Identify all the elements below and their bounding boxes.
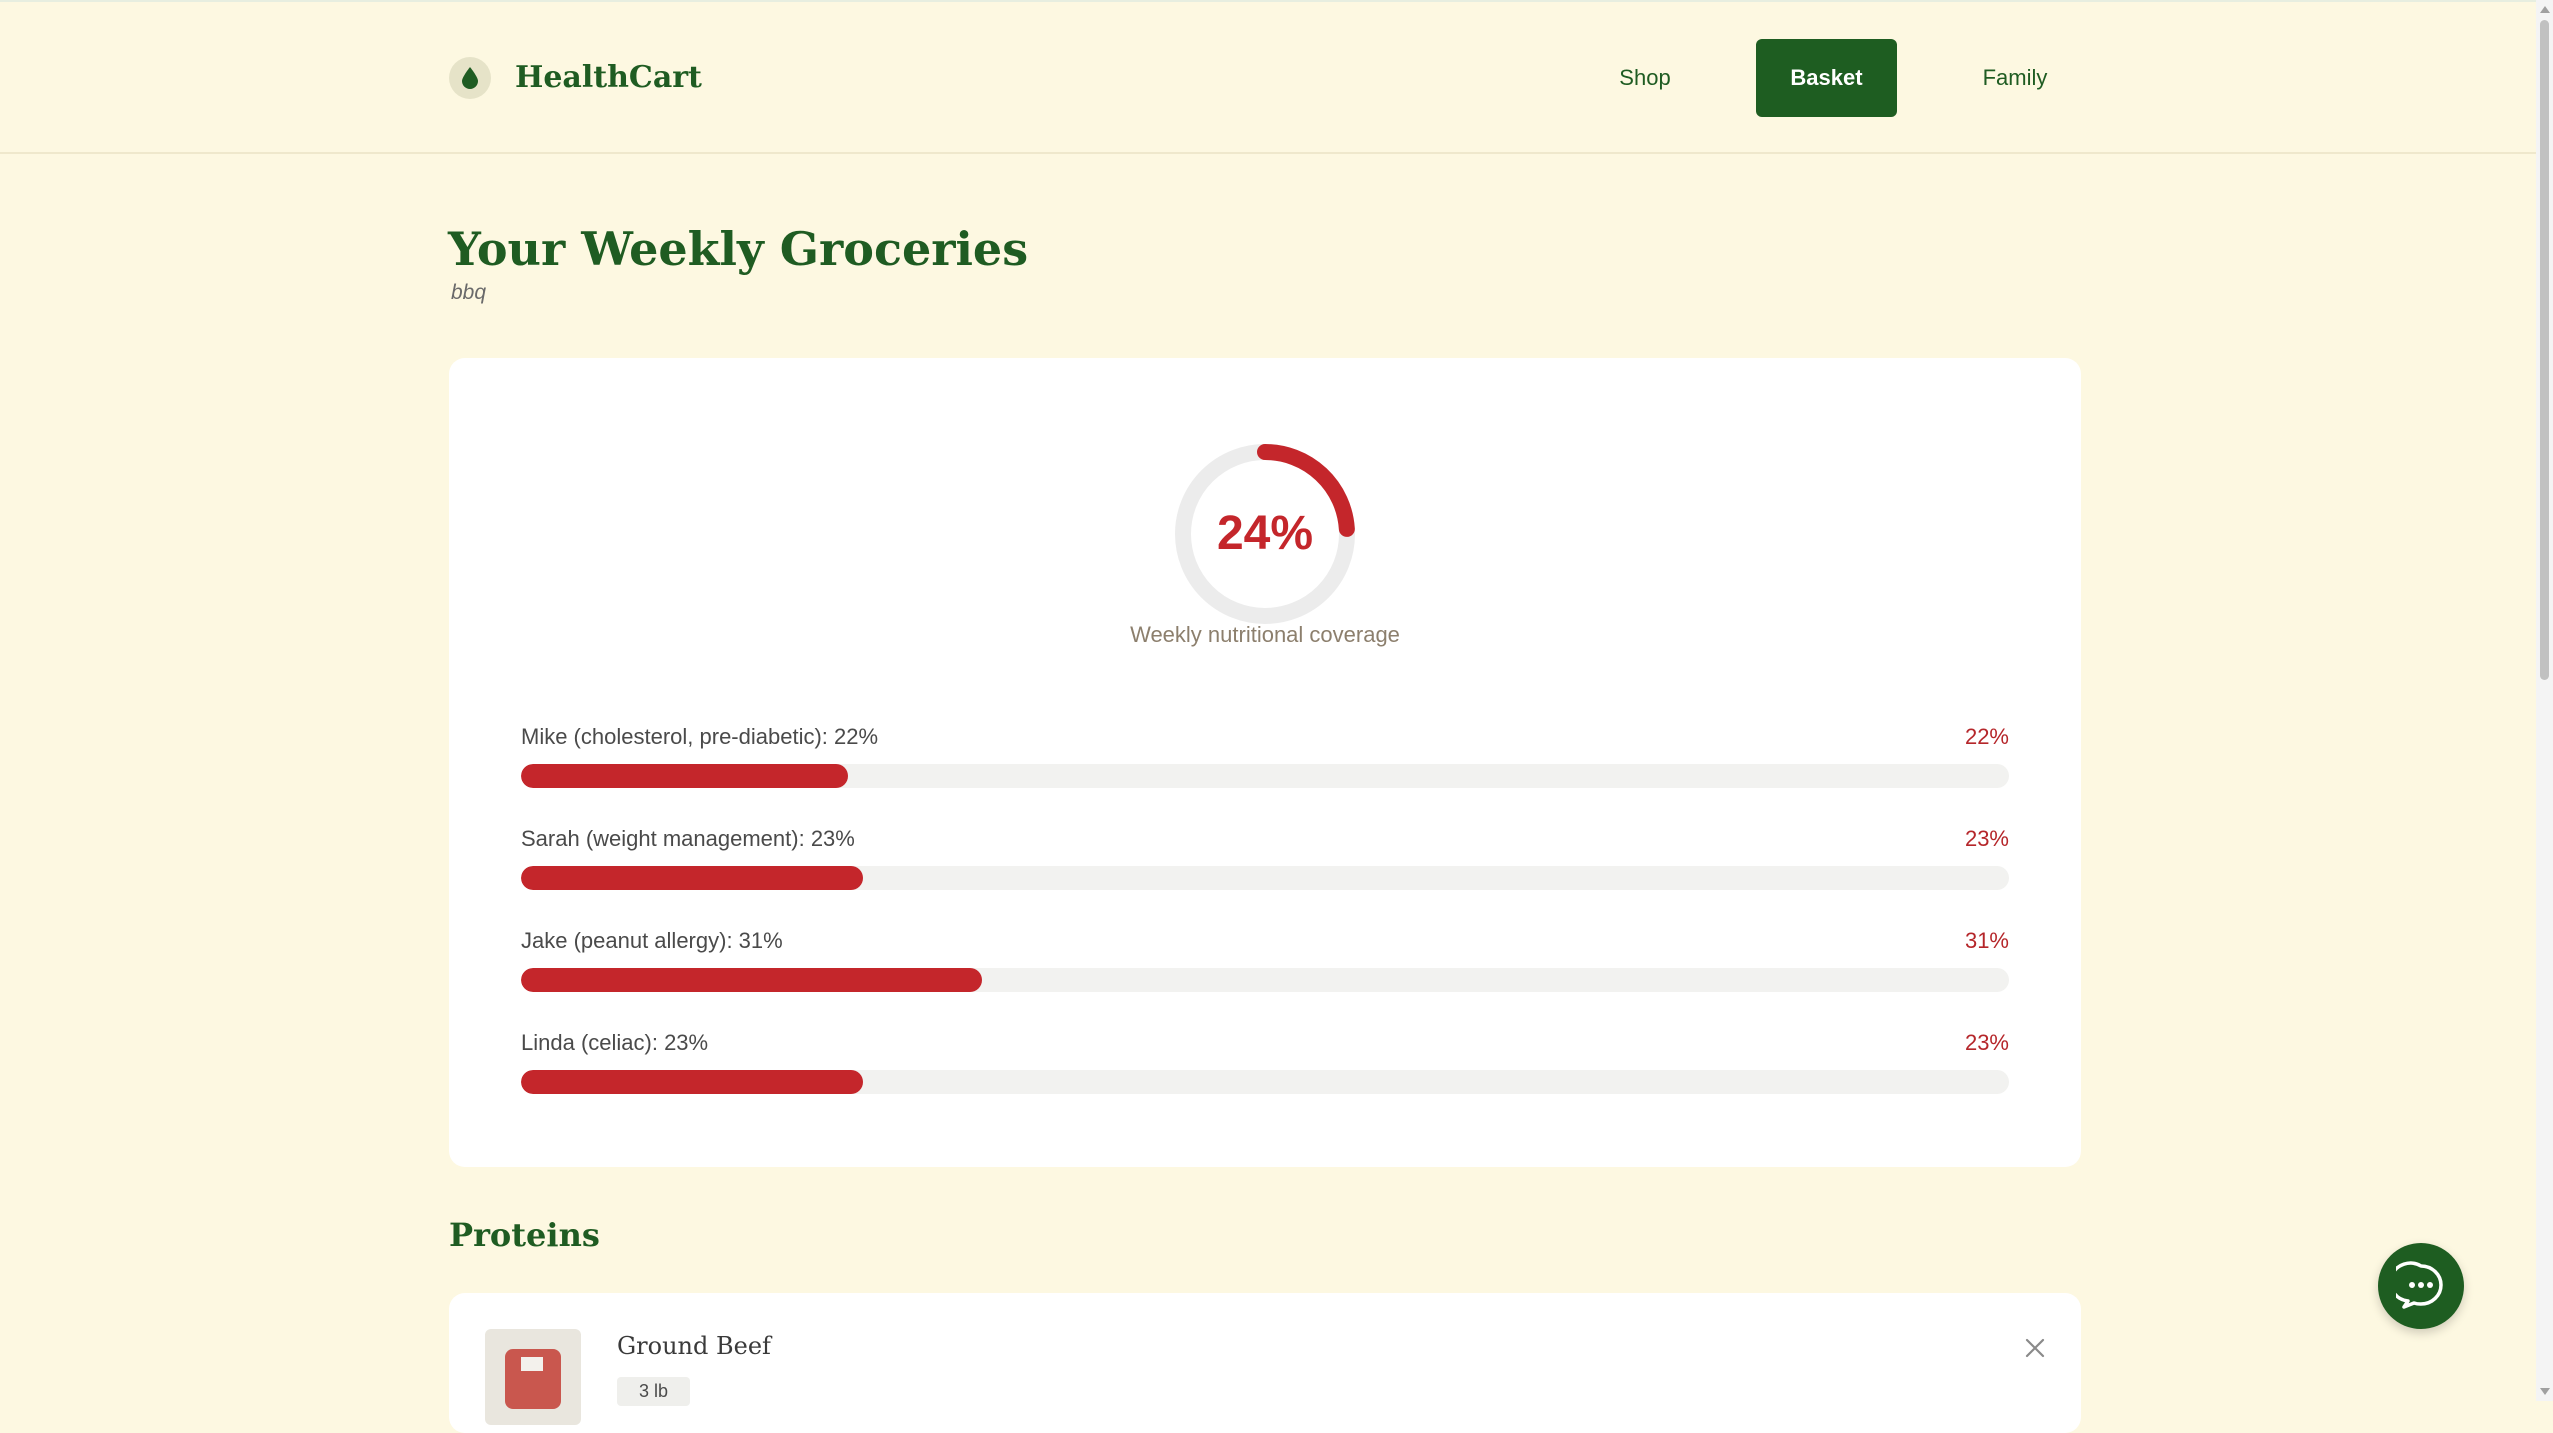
- chat-bubble-icon: [2396, 1261, 2443, 1309]
- progress-track: [521, 968, 2009, 992]
- coverage-caption: Weekly nutritional coverage: [1130, 622, 1400, 647]
- member-percent: 22%: [1964, 724, 2009, 749]
- nav-shop[interactable]: Shop: [1600, 39, 1690, 117]
- brand-name[interactable]: HealthCart: [515, 60, 702, 95]
- nav-basket[interactable]: Basket: [1756, 39, 1897, 117]
- coverage-card: 24% Weekly nutritional coverage Mike (ch…: [449, 358, 2081, 1167]
- product-name: Ground Beef: [617, 1332, 771, 1360]
- chat-button[interactable]: [2378, 1243, 2464, 1329]
- progress-track: [521, 764, 2009, 788]
- member-percent: 31%: [1964, 928, 2009, 953]
- progress-track: [521, 1070, 2009, 1094]
- progress-fill: [521, 1070, 864, 1094]
- coverage-percent: 24%: [1216, 507, 1314, 560]
- member-percent: 23%: [1964, 1030, 2009, 1055]
- member-bar-sarah: Sarah (weight management): 23% 23%: [521, 826, 2009, 896]
- ground-beef-image: [485, 1329, 581, 1425]
- product-card-ground-beef[interactable]: Ground Beef 3 lb: [449, 1293, 2081, 1433]
- section-title-proteins: Proteins: [449, 1216, 600, 1254]
- page-scrollbar[interactable]: [2536, 0, 2553, 1401]
- scroll-thumb[interactable]: [2540, 20, 2549, 680]
- member-percent: 23%: [1964, 826, 2009, 851]
- logo-icon[interactable]: [449, 57, 491, 99]
- nav-family[interactable]: Family: [1965, 39, 2065, 117]
- label-tag: [521, 1357, 543, 1371]
- member-bar-mike: Mike (cholesterol, pre-diabetic): 22% 22…: [521, 724, 2009, 794]
- member-label: Mike (cholesterol, pre-diabetic): 22%: [521, 724, 879, 749]
- scroll-down-icon[interactable]: [2540, 1388, 2550, 1395]
- member-bar-jake: Jake (peanut allergy): 31% 31%: [521, 928, 2009, 998]
- member-label: Jake (peanut allergy): 31%: [521, 928, 783, 953]
- progress-fill: [521, 866, 864, 890]
- progress-fill: [521, 968, 983, 992]
- product-quantity: 3 lb: [617, 1377, 691, 1406]
- top-header: HealthCart Shop Basket Family: [0, 2, 2536, 154]
- page-subtitle: bbq: [451, 281, 487, 304]
- page-title: Your Weekly Groceries: [448, 222, 1029, 276]
- member-bar-linda: Linda (celiac): 23% 23%: [521, 1030, 2009, 1100]
- scroll-up-icon[interactable]: [2540, 6, 2550, 13]
- close-icon[interactable]: [2024, 1337, 2046, 1359]
- progress-fill: [521, 764, 849, 788]
- member-label: Linda (celiac): 23%: [521, 1030, 709, 1055]
- progress-track: [521, 866, 2009, 890]
- member-label: Sarah (weight management): 23%: [521, 826, 855, 851]
